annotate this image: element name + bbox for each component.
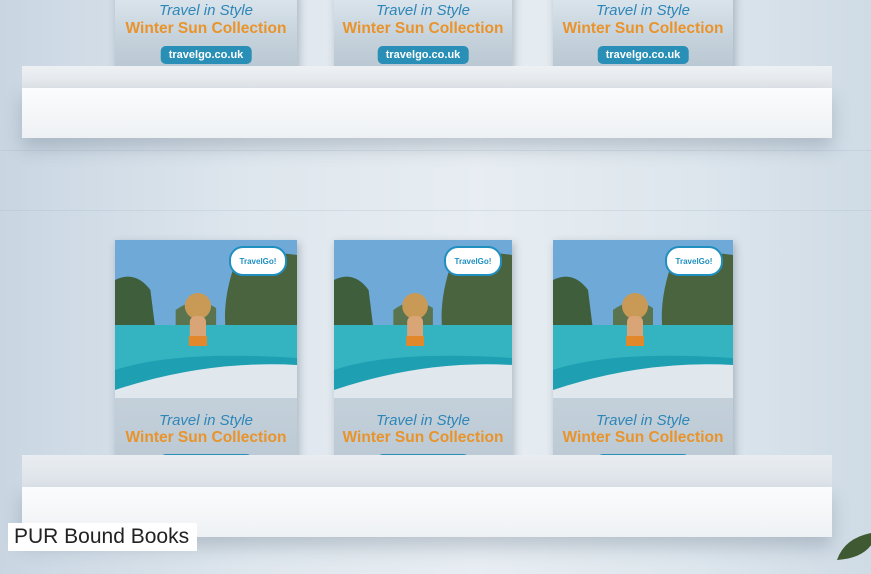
book-tagline: Travel in Style bbox=[376, 412, 470, 429]
book-top-left: Travel in Style Winter Sun Collection tr… bbox=[115, 0, 297, 70]
book-tagline: Travel in Style bbox=[159, 2, 253, 19]
book-right: TravelGo! Travel in Style Winter Sun Col… bbox=[553, 240, 733, 483]
book-cover-photo: TravelGo! bbox=[334, 240, 512, 398]
book-url-badge: travelgo.co.uk bbox=[597, 46, 689, 64]
book-middle: TravelGo! Travel in Style Winter Sun Col… bbox=[334, 240, 512, 483]
travelgo-logo: TravelGo! bbox=[444, 246, 502, 276]
travelgo-logo: TravelGo! bbox=[229, 246, 287, 276]
book-tagline: Travel in Style bbox=[596, 412, 690, 429]
book-collection: Winter Sun Collection bbox=[342, 429, 504, 446]
plant-leaf-icon bbox=[837, 533, 871, 560]
book-collection: Winter Sun Collection bbox=[562, 20, 724, 37]
top-shelf bbox=[22, 66, 832, 138]
book-left: TravelGo! Travel in Style Winter Sun Col… bbox=[115, 240, 297, 483]
wall-tile-line bbox=[0, 210, 871, 211]
book-tagline: Travel in Style bbox=[159, 412, 253, 429]
book-collection: Winter Sun Collection bbox=[342, 20, 504, 37]
book-cover-photo: TravelGo! bbox=[553, 240, 733, 398]
travelgo-logo: TravelGo! bbox=[665, 246, 723, 276]
book-top-middle: Travel in Style Winter Sun Collection tr… bbox=[334, 0, 512, 70]
book-top-right: Travel in Style Winter Sun Collection tr… bbox=[553, 0, 733, 70]
book-tagline: Travel in Style bbox=[596, 2, 690, 19]
book-cover-photo: TravelGo! bbox=[115, 240, 297, 398]
book-collection: Winter Sun Collection bbox=[125, 429, 287, 446]
book-url-badge: travelgo.co.uk bbox=[160, 46, 252, 64]
wall-tile-line bbox=[0, 150, 871, 151]
shelf-scene: Travel in Style Winter Sun Collection tr… bbox=[0, 0, 871, 574]
book-collection: Winter Sun Collection bbox=[125, 20, 287, 37]
image-caption: PUR Bound Books bbox=[8, 523, 198, 551]
book-tagline: Travel in Style bbox=[376, 2, 470, 19]
book-url-badge: travelgo.co.uk bbox=[377, 46, 469, 64]
book-collection: Winter Sun Collection bbox=[562, 429, 724, 446]
